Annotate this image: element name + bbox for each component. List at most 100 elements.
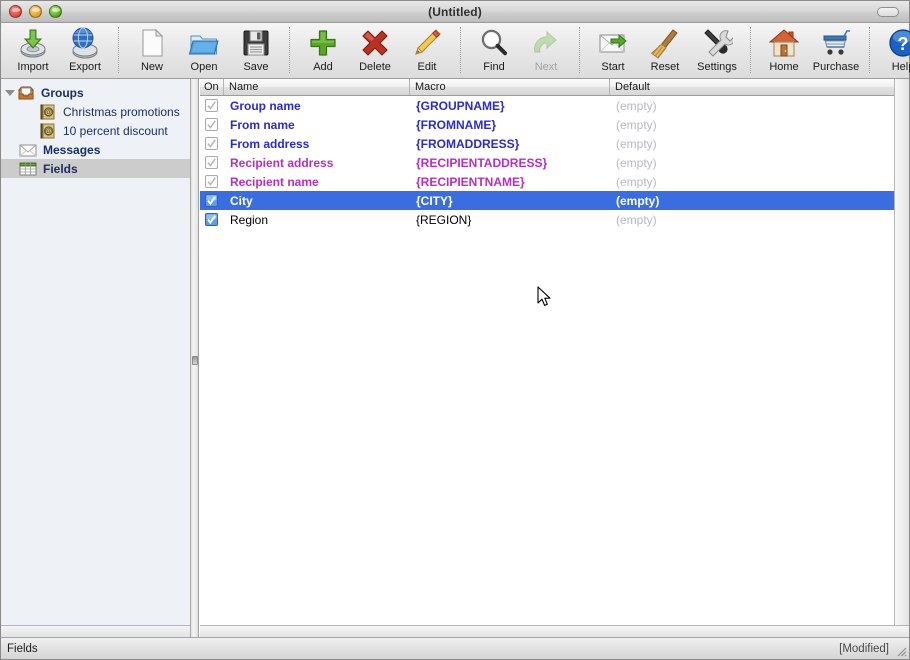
edit-button[interactable]: Edit [401,23,453,77]
vertical-scrollbar[interactable] [894,79,909,625]
find-button[interactable]: Find [468,23,520,77]
toolbar-group-file-transfer: Import Export [7,23,111,78]
checkbox-disabled-icon[interactable] [205,118,218,131]
export-button[interactable]: Export [59,23,111,77]
next-label: Next [535,61,558,73]
table-row[interactable]: From name {FROMNAME} (empty) [200,115,894,134]
sidebar: Groups @ Christmas promotions [1,79,191,637]
new-document-icon [136,27,168,59]
add-button[interactable]: Add [297,23,349,77]
main-body: Groups @ Christmas promotions [1,79,909,637]
next-button[interactable]: Next [520,23,572,77]
chevron-down-icon[interactable] [5,90,15,96]
purchase-cart-icon [820,27,852,59]
checkbox-checked-icon[interactable] [205,213,218,226]
settings-label: Settings [697,61,737,73]
row-checkbox-cell[interactable] [200,156,224,169]
edit-pencil-icon [411,27,443,59]
toolbar-group-links: Home Purchase [758,23,862,78]
resize-grip-icon[interactable] [894,644,907,657]
toolbar-toggle-button[interactable] [877,7,899,17]
new-button[interactable]: New [126,23,178,77]
table-row[interactable]: Recipient address {RECIPIENTADDRESS} (em… [200,153,894,172]
row-name-cell: Region [224,213,410,227]
row-macro-cell: {CITY} [410,194,610,208]
sidebar-item-label: Christmas promotions [63,105,180,119]
open-folder-icon [188,27,220,59]
import-button[interactable]: Import [7,23,59,77]
save-floppy-icon [240,27,272,59]
pane-splitter[interactable] [191,79,199,637]
checkbox-disabled-icon[interactable] [205,99,218,112]
checkbox-disabled-icon[interactable] [205,156,218,169]
checkbox-disabled-icon[interactable] [205,137,218,150]
checkbox-disabled-icon[interactable] [205,175,218,188]
toolbar-group-actions: Start Reset Settings [587,23,743,78]
delete-label: Delete [359,61,391,73]
reset-broom-icon [649,27,681,59]
sidebar-item-christmas-promotions[interactable]: @ Christmas promotions [1,102,190,121]
row-default-cell: (empty) [610,175,894,189]
row-checkbox-cell[interactable] [200,213,224,226]
column-header-on[interactable]: On [200,79,224,95]
row-name-cell: Recipient name [224,175,410,189]
home-button[interactable]: Home [758,23,810,77]
toolbar-separator [460,27,461,73]
home-house-icon [768,27,800,59]
toolbar-group-edit: Add Delete Edit [297,23,453,78]
toolbar-separator [118,27,119,73]
row-checkbox-cell[interactable] [200,137,224,150]
status-bar: Fields [Modified] [1,637,909,659]
sidebar-list: Groups @ Christmas promotions [1,79,190,178]
open-label: Open [191,61,218,73]
delete-cross-icon [359,27,391,59]
sidebar-item-fields[interactable]: Fields [1,159,190,178]
table-row[interactable]: Region {REGION} (empty) [200,210,894,229]
table-row[interactable]: City {CITY} (empty) [200,191,894,210]
sidebar-item-groups[interactable]: Groups [1,83,190,102]
find-label: Find [483,61,504,73]
checkbox-checked-icon[interactable] [205,194,218,207]
row-name-cell: City [224,194,410,208]
row-macro-cell: {REGION} [410,213,610,227]
sidebar-item-10-percent-discount[interactable]: @ 10 percent discount [1,121,190,140]
horizontal-scrollbar[interactable] [200,625,909,637]
row-checkbox-cell[interactable] [200,99,224,112]
reset-label: Reset [651,61,680,73]
toolbar-separator [579,27,580,73]
sidebar-item-messages[interactable]: Messages [1,140,190,159]
mouse-cursor [537,286,551,307]
svg-text:@: @ [45,109,52,116]
add-label: Add [313,61,333,73]
table-row[interactable]: Recipient name {RECIPIENTNAME} (empty) [200,172,894,191]
next-arrow-icon [530,27,562,59]
row-checkbox-cell[interactable] [200,118,224,131]
settings-button[interactable]: Settings [691,23,743,77]
table-row[interactable]: From address {FROMADDRESS} (empty) [200,134,894,153]
row-name-cell: From address [224,137,410,151]
row-default-cell: (empty) [610,137,894,151]
address-book-icon: @ [39,104,57,120]
status-left-text: Fields [7,643,38,655]
purchase-label: Purchase [813,61,859,73]
splitter-grip[interactable] [192,356,198,365]
purchase-button[interactable]: Purchase [810,23,862,77]
delete-button[interactable]: Delete [349,23,401,77]
import-label: Import [17,61,48,73]
reset-button[interactable]: Reset [639,23,691,77]
row-default-cell: (empty) [610,99,894,113]
column-header-name[interactable]: Name [224,79,410,95]
column-header-default[interactable]: Default [610,79,894,95]
start-envelope-arrow-icon [597,27,629,59]
save-button[interactable]: Save [230,23,282,77]
open-button[interactable]: Open [178,23,230,77]
fields-table-wrap: On Name Macro Default [200,79,909,625]
main-toolbar: Import Export N [1,23,909,79]
start-button[interactable]: Start [587,23,639,77]
table-row[interactable]: Group name {GROUPNAME} (empty) [200,96,894,115]
row-checkbox-cell[interactable] [200,175,224,188]
help-label: Help [892,61,910,73]
column-header-macro[interactable]: Macro [410,79,610,95]
row-checkbox-cell[interactable] [200,194,224,207]
help-button[interactable]: ? Help [877,23,910,77]
